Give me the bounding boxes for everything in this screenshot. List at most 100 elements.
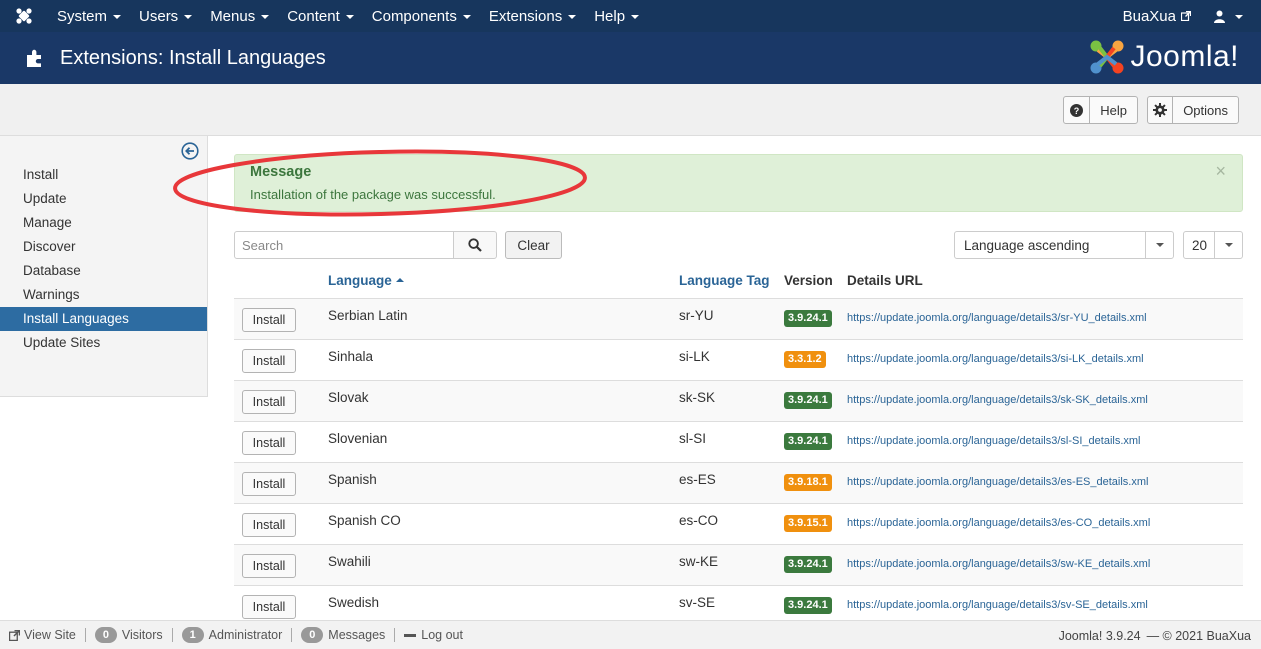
chevron-down-icon xyxy=(568,15,577,19)
language-name: Swahili xyxy=(328,554,371,569)
administrator-link[interactable]: 1 Administrator xyxy=(173,621,292,649)
version-badge: 3.9.24.1 xyxy=(784,310,832,327)
svg-text:?: ? xyxy=(1074,106,1080,116)
language-tag: sr-YU xyxy=(679,308,714,323)
site-link[interactable]: BuaXua xyxy=(1113,8,1201,25)
nav-menu-users[interactable]: Users xyxy=(130,0,201,32)
chevron-down-icon xyxy=(631,15,640,19)
nav-menu-help[interactable]: Help xyxy=(585,0,648,32)
view-site-label: View Site xyxy=(24,628,76,642)
site-name: BuaXua xyxy=(1122,7,1176,25)
chevron-down-icon xyxy=(184,15,193,19)
nav-menu-system[interactable]: System xyxy=(48,0,130,32)
version-label: Joomla! 3.9.24 xyxy=(1058,628,1141,643)
language-tag: sk-SK xyxy=(679,390,716,405)
search-input[interactable] xyxy=(234,231,454,259)
details-url-link[interactable]: https://update.joomla.org/language/detai… xyxy=(847,517,1150,529)
search-button[interactable] xyxy=(453,231,497,259)
install-button[interactable]: Install xyxy=(242,431,296,455)
main-menu: System Users Menus Content Components Extensi… xyxy=(48,0,648,32)
nav-menu-content[interactable]: Content xyxy=(278,0,363,32)
nav-menu-extensions[interactable]: Extensions xyxy=(480,0,585,32)
language-name: Slovak xyxy=(328,390,369,405)
install-button[interactable]: Install xyxy=(242,595,296,619)
administrator-label: Administrator xyxy=(208,628,283,642)
version-badge: 3.9.24.1 xyxy=(784,556,832,573)
sidebar-item-update-sites[interactable]: Update Sites xyxy=(0,331,207,355)
nav-menu-label: Content xyxy=(287,7,340,25)
details-url-link[interactable]: https://update.joomla.org/language/detai… xyxy=(847,476,1148,488)
view-site-link[interactable]: View Site xyxy=(0,621,85,649)
language-tag: sl-SI xyxy=(679,431,706,446)
language-name: Spanish CO xyxy=(328,513,401,528)
page-header: Extensions: Install Languages Joomla! xyxy=(0,32,1261,84)
nav-menu-label: Help xyxy=(594,7,626,25)
language-tag: sv-SE xyxy=(679,595,716,610)
ordering-select[interactable]: Language ascending xyxy=(954,231,1174,259)
tag-column-header[interactable]: Language Tag xyxy=(679,273,770,288)
table-row: Install Slovak sk-SK 3.9.24.1 https://update… xyxy=(234,381,1243,422)
details-url-column-header: Details URL xyxy=(847,273,923,288)
version-info: Joomla! 3.9.24 — © 2021 BuaXua xyxy=(1059,621,1251,649)
close-icon[interactable]: × xyxy=(1215,161,1226,182)
nav-menu-components[interactable]: Components xyxy=(363,0,480,32)
joomla-brand: Joomla! xyxy=(1088,38,1239,76)
administrator-count-badge: 1 xyxy=(181,627,204,643)
install-button[interactable]: Install xyxy=(242,513,296,537)
table-row: Install Swahili sw-KE 3.9.24.1 https://updat… xyxy=(234,545,1243,586)
install-button[interactable]: Install xyxy=(242,308,296,332)
details-url-link[interactable]: https://update.joomla.org/language/detai… xyxy=(847,353,1144,365)
sidebar-item-install-languages[interactable]: Install Languages xyxy=(0,307,207,331)
table-row: Install Serbian Latin sr-YU 3.9.24.1 https:/… xyxy=(234,299,1243,340)
nav-menu-label: System xyxy=(57,7,108,25)
sidebar-item-warnings[interactable]: Warnings xyxy=(0,283,207,307)
version-badge: 3.9.15.1 xyxy=(784,515,832,532)
table-row: Install Slovenian sl-SI 3.9.24.1 https://upd… xyxy=(234,422,1243,463)
external-link-icon xyxy=(1181,11,1191,21)
details-url-link[interactable]: https://update.joomla.org/language/detai… xyxy=(847,558,1150,570)
table-header: Language Language Tag Version Details UR… xyxy=(234,263,1243,299)
details-url-link[interactable]: https://update.joomla.org/language/detai… xyxy=(847,394,1148,406)
install-button[interactable]: Install xyxy=(242,472,296,496)
nav-menu-label: Components xyxy=(371,7,457,25)
install-button[interactable]: Install xyxy=(242,349,296,373)
brand-name: Joomla! xyxy=(1130,40,1239,73)
options-button[interactable]: Options xyxy=(1147,96,1239,124)
messages-link[interactable]: 0 Messages xyxy=(292,621,394,649)
external-link-icon xyxy=(9,629,20,641)
version-badge: 3.9.24.1 xyxy=(784,597,832,614)
help-button[interactable]: ? Help xyxy=(1063,96,1138,124)
details-url-link[interactable]: https://update.joomla.org/language/detai… xyxy=(847,599,1148,611)
language-column-header[interactable]: Language xyxy=(328,273,404,288)
joomla-logo-icon[interactable] xyxy=(0,0,48,32)
version-badge: 3.3.1.2 xyxy=(784,351,826,368)
visitors-link[interactable]: 0 Visitors xyxy=(86,621,172,649)
ordering-value: Language ascending xyxy=(964,237,1090,253)
toolbar: ? Help Options xyxy=(0,84,1261,136)
details-url-link[interactable]: https://update.joomla.org/language/detai… xyxy=(847,312,1147,324)
logout-label: Log out xyxy=(421,628,463,642)
nav-menu-menus[interactable]: Menus xyxy=(201,0,278,32)
sidebar-item-discover[interactable]: Discover xyxy=(0,235,207,259)
limit-select[interactable]: 20 xyxy=(1183,231,1243,259)
details-url-link[interactable]: https://update.joomla.org/language/detai… xyxy=(847,435,1141,447)
question-circle-icon: ? xyxy=(1064,97,1091,123)
limit-value: 20 xyxy=(1192,237,1208,253)
annotation-ellipse xyxy=(173,149,587,217)
chevron-down-icon xyxy=(1214,232,1242,258)
nav-menu-label: Users xyxy=(139,7,179,25)
install-button[interactable]: Install xyxy=(242,554,296,578)
install-button[interactable]: Install xyxy=(242,390,296,414)
chevron-down-icon xyxy=(1145,232,1173,258)
user-menu[interactable] xyxy=(1201,10,1261,23)
table-row: Install Spanish es-ES 3.9.18.1 https://updat… xyxy=(234,463,1243,504)
copyright-label: — © 2021 BuaXua xyxy=(1146,628,1251,643)
sidebar-item-database[interactable]: Database xyxy=(0,259,207,283)
table-row: Install Sinhala si-LK 3.3.1.2 https://update… xyxy=(234,340,1243,381)
messages-count-badge: 0 xyxy=(301,627,324,643)
messages-label: Messages xyxy=(328,628,386,642)
clear-button[interactable]: Clear xyxy=(505,231,562,259)
gear-icon xyxy=(1148,97,1174,123)
logout-link[interactable]: Log out xyxy=(395,621,472,649)
status-bar: View Site 0 Visitors 1 Administrator 0 M… xyxy=(0,620,1261,649)
